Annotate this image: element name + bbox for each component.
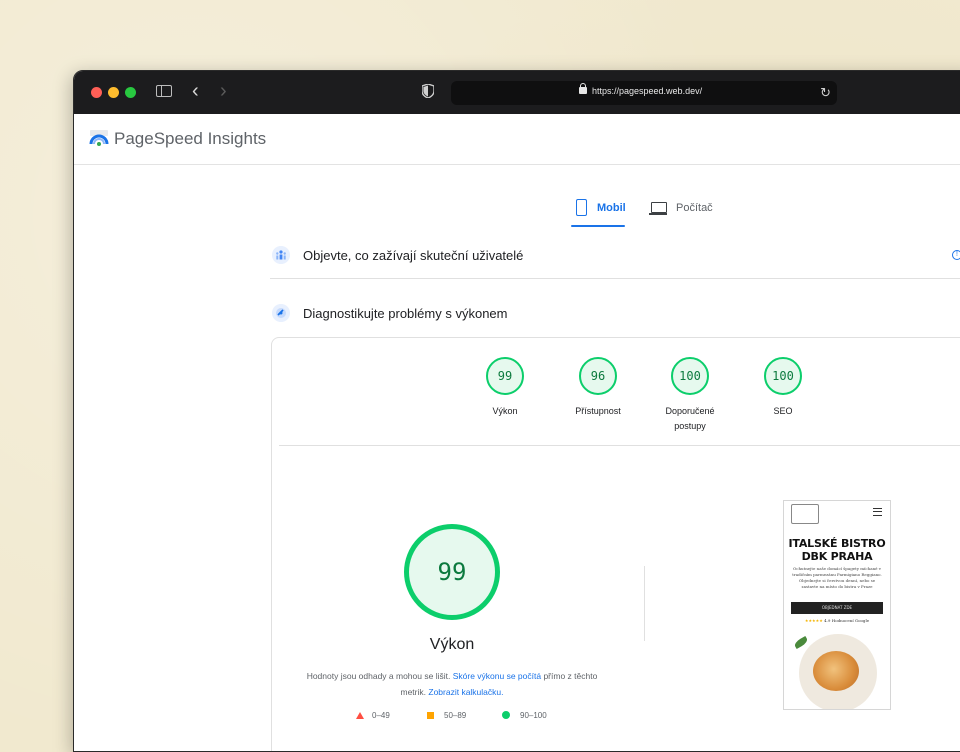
legend-average: 50–89 [427, 711, 466, 720]
triangle-icon [356, 712, 364, 719]
maximize-window-button[interactable] [125, 87, 136, 98]
laptop-icon [649, 202, 667, 215]
page-header: PageSpeed Insights [74, 114, 960, 165]
brand-title[interactable]: PageSpeed Insights [114, 129, 266, 149]
tab-mobile-label: Mobil [597, 202, 626, 214]
info-icon[interactable]: ! [952, 250, 960, 260]
score-value: 99 [486, 357, 524, 395]
reload-icon[interactable]: ↻ [820, 85, 831, 101]
site-rating: ★★★★★ 4.9 Hodnocení Google [784, 618, 890, 623]
sidebar-toggle-icon[interactable] [156, 85, 172, 97]
site-body-text: Ochutnejte naše domácí špagety míchané v… [792, 566, 882, 589]
basil-leaf-image [793, 635, 809, 650]
url-text: https://pagespeed.web.dev/ [592, 86, 703, 96]
back-arrow-icon[interactable]: ‹ [192, 80, 199, 103]
browser-window: ‹ › https://pagespeed.web.dev/ ↻ PageSpe… [73, 70, 960, 752]
desc-text: Hodnoty jsou odhady a mohou se lišit. [306, 671, 451, 681]
legend-pass-label: 90–100 [520, 711, 547, 720]
forward-arrow-icon[interactable]: › [220, 80, 227, 103]
browser-titlebar: ‹ › https://pagespeed.web.dev/ ↻ [74, 71, 960, 114]
minimize-window-button[interactable] [108, 87, 119, 98]
score-gauge-accessibility[interactable]: 96 Přístupnost [553, 357, 643, 419]
tab-mobile[interactable]: Mobil [571, 197, 626, 227]
real-users-section[interactable]: Objevte, co zažívají skuteční uživatelé … [270, 238, 960, 279]
circle-icon [502, 711, 510, 719]
pagespeed-logo-icon[interactable] [89, 129, 109, 149]
close-window-button[interactable] [91, 87, 102, 98]
performance-label: Výkon [429, 636, 475, 653]
address-bar[interactable]: https://pagespeed.web.dev/ ↻ [451, 81, 837, 105]
score-label: Přístupnost [575, 406, 621, 416]
lock-icon [579, 83, 587, 94]
tab-desktop[interactable]: Počítač [649, 197, 721, 227]
legend-fail-label: 0–49 [372, 711, 390, 720]
diagnose-title: Diagnostikujte problémy s výkonem [303, 306, 508, 321]
square-icon [427, 712, 434, 719]
legend-pass: 90–100 [502, 711, 547, 720]
scores-card: 99 Výkon 96 Přístupnost 100 Doporučené p… [271, 337, 960, 751]
score-gauge-best-practices[interactable]: 100 Doporučené postupy [645, 357, 735, 434]
score-value: 100 [671, 357, 709, 395]
performance-description: Hodnoty jsou odhady a mohou se lišit. Sk… [302, 668, 602, 700]
site-title-line: DBK PRAHA [801, 550, 873, 563]
legend-fail: 0–49 [356, 711, 390, 720]
tab-desktop-label: Počítač [676, 202, 713, 214]
legend-average-label: 50–89 [444, 711, 467, 720]
score-calculation-link[interactable]: Skóre výkonu se počítá [453, 671, 541, 681]
score-value: 96 [579, 357, 617, 395]
real-users-title: Objevte, co zažívají skuteční uživatelé [303, 248, 524, 263]
pasta-image [813, 651, 859, 691]
score-gauge-performance[interactable]: 99 Výkon [460, 357, 550, 419]
divider [279, 445, 960, 446]
hamburger-menu-icon [873, 508, 882, 516]
diagnose-section: Diagnostikujte problémy s výkonem [270, 296, 960, 336]
score-gauge-seo[interactable]: 100 SEO [738, 357, 828, 419]
users-icon [272, 246, 290, 264]
score-value: 100 [764, 357, 802, 395]
star-icons: ★★★★★ [804, 618, 823, 623]
rating-text: 4.9 Hodnocení Google [824, 618, 870, 623]
vertical-divider [644, 566, 645, 641]
shield-icon[interactable] [422, 84, 434, 98]
page-screenshot: ITALSKÉ BISTRO DBK PRAHA Ochutnejte naše… [783, 500, 891, 710]
site-order-button: OBJEDNAT ZDE [791, 602, 883, 614]
smartphone-icon [576, 199, 587, 216]
diagnostics-icon [272, 304, 290, 322]
performance-gauge: 99 [404, 524, 500, 620]
site-title-line: ITALSKÉ BISTRO [788, 537, 886, 550]
calculator-link[interactable]: Zobrazit kalkulačku. [428, 687, 503, 697]
score-label: Výkon [492, 406, 518, 416]
score-label: Doporučené postupy [665, 406, 715, 431]
score-label: SEO [773, 406, 793, 416]
site-logo [791, 504, 819, 524]
site-title: ITALSKÉ BISTRO DBK PRAHA [784, 537, 890, 563]
